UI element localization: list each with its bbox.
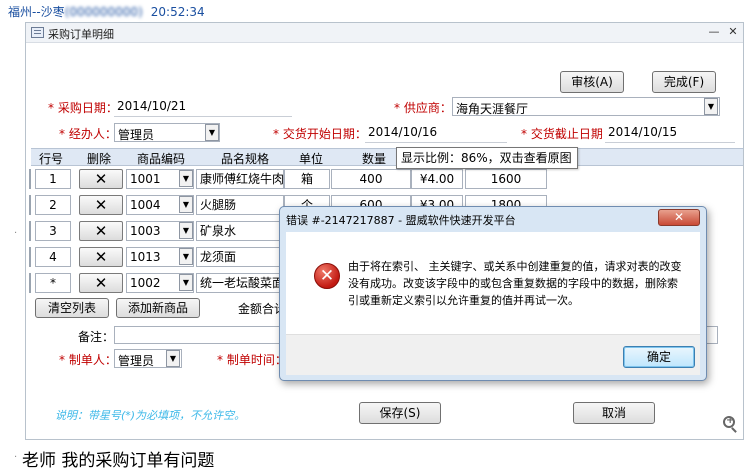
close-icon[interactable]: ✕ (725, 25, 741, 39)
cancel-button[interactable]: 取消 (573, 402, 655, 424)
qty-cell[interactable]: 400 (331, 169, 411, 189)
delete-row-button[interactable]: ✕ (79, 221, 123, 241)
delivery-start-label: * 交货开始日期： (273, 127, 367, 141)
row-selector[interactable] (29, 247, 33, 267)
required-note: 说明：带星号(*)为必填项，不允许空。 (55, 409, 246, 422)
audit-button[interactable]: 审核(A) (560, 71, 624, 93)
price-cell[interactable]: ¥4.00 (411, 169, 463, 189)
handler-dropdown-icon[interactable]: ▼ (205, 124, 219, 141)
minimize-icon[interactable]: — (706, 25, 722, 39)
creator-label: * 制单人： (59, 353, 117, 367)
supplier-combo[interactable]: 海角天涯餐厅 (452, 97, 720, 116)
window-title: 采购订单明细 (48, 28, 114, 41)
col-header-delete: 删除 (87, 152, 112, 166)
supplier-dropdown-icon[interactable]: ▼ (704, 98, 718, 115)
chat-bullet: · (14, 452, 18, 463)
chat-message-text: 老师 我的采购订单有问题 (22, 451, 215, 471)
create-time-label: * 制单时间： (217, 353, 287, 367)
row-no-cell[interactable]: 3 (35, 221, 71, 241)
save-button[interactable]: 保存(S) (359, 402, 441, 424)
delivery-start-field[interactable]: 2014/10/16 (365, 123, 507, 143)
delete-row-button[interactable]: ✕ (79, 169, 123, 189)
name-cell[interactable]: 统一老坛酸菜面 (196, 273, 284, 293)
close-icon[interactable]: ✕ (658, 209, 700, 226)
name-cell[interactable]: 龙须面 (196, 247, 284, 267)
row-selector[interactable] (29, 273, 33, 293)
row-no-cell[interactable]: 1 (35, 169, 71, 189)
code-dropdown-icon[interactable]: ▼ (179, 274, 193, 291)
delete-row-button[interactable]: ✕ (79, 247, 123, 267)
col-header-name: 品名规格 (221, 152, 270, 166)
delivery-end-label: * 交货截止日期： (521, 127, 615, 141)
chat-sender-qq: (000000000) (64, 5, 143, 19)
chat-message-header: 福州--沙枣(000000000) 20:52:34 (8, 3, 205, 20)
creator-dropdown-icon[interactable]: ▼ (166, 350, 180, 367)
row-selector[interactable] (29, 169, 33, 189)
zoom-in-icon[interactable]: + (723, 415, 735, 428)
chat-time: 20:52:34 (150, 5, 205, 19)
error-dialog-footer: 确定 (286, 334, 700, 375)
chat-bullet: · (14, 228, 18, 239)
delete-row-button[interactable]: ✕ (79, 273, 123, 293)
supplier-label: * 供应商： (394, 101, 452, 115)
form-icon (31, 27, 44, 38)
add-item-button[interactable]: 添加新商品 (116, 298, 200, 318)
window-title-bar: 采购订单明细 — ✕ (26, 23, 743, 43)
unit-cell[interactable]: 箱 (284, 169, 330, 189)
row-selector[interactable] (29, 221, 33, 241)
clear-list-button[interactable]: 清空列表 (35, 298, 109, 318)
delivery-end-field[interactable]: 2014/10/15 (605, 123, 735, 143)
handler-label: * 经办人： (59, 127, 117, 141)
chat-sender[interactable]: 福州--沙枣 (8, 5, 65, 19)
row-no-cell[interactable]: 4 (35, 247, 71, 267)
code-dropdown-icon[interactable]: ▼ (179, 170, 193, 187)
amount-cell[interactable]: 1600 (465, 169, 547, 189)
error-dialog-body: ✕ 由于将在索引、 主关键字、或关系中创建重复的值，请求对表的改变没有成功。改变… (286, 232, 700, 334)
purchase-date-label: * 采购日期： (48, 101, 118, 115)
name-cell[interactable]: 火腿肠 (196, 195, 284, 215)
ok-button[interactable]: 确定 (623, 346, 695, 368)
col-header-unit: 单位 (299, 152, 324, 166)
purchase-date-field[interactable]: 2014/10/21 (114, 97, 292, 117)
row-no-cell[interactable]: 2 (35, 195, 71, 215)
remark-field[interactable] (114, 326, 284, 344)
row-no-cell[interactable]: * (35, 273, 71, 293)
delete-row-button[interactable]: ✕ (79, 195, 123, 215)
col-header-qty: 数量 (362, 152, 387, 166)
code-dropdown-icon[interactable]: ▼ (179, 196, 193, 213)
name-cell[interactable]: 康师傅红烧牛肉面 (196, 169, 284, 189)
error-dialog-title: 错误 #-2147217887 - 盟威软件快速开发平台 (286, 214, 516, 227)
row-selector[interactable] (29, 195, 33, 215)
error-message: 由于将在索引、 主关键字、或关系中创建重复的值，请求对表的改变没有成功。改变该字… (348, 260, 682, 307)
code-dropdown-icon[interactable]: ▼ (179, 248, 193, 265)
col-header-code: 商品编码 (137, 152, 186, 166)
complete-button[interactable]: 完成(F) (652, 71, 716, 93)
grid-header: 行号 删除 商品编码 品名规格 单位 数量 单价 金额 (31, 148, 743, 166)
remark-label: 备注： (78, 330, 115, 344)
col-header-line-no: 行号 (39, 152, 64, 166)
code-dropdown-icon[interactable]: ▼ (179, 222, 193, 239)
error-icon: ✕ (314, 263, 340, 289)
error-dialog: 错误 #-2147217887 - 盟威软件快速开发平台 ✕ ✕ 由于将在索引、… (279, 206, 707, 381)
zoom-ratio-tooltip: 显示比例：86%，双击查看原图 (396, 147, 578, 169)
name-cell[interactable]: 矿泉水 (196, 221, 284, 241)
